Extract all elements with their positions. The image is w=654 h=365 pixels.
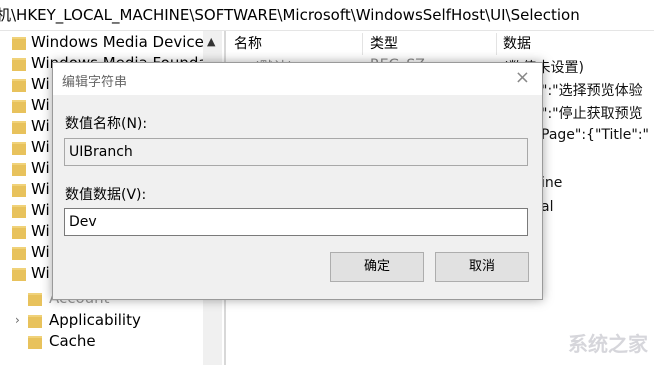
- tree-item-label: Wi: [31, 138, 50, 156]
- tree-item-label: Wi: [31, 75, 50, 93]
- value-row-data: ":"选择预览体验: [541, 83, 643, 99]
- tree-item-label: Wi: [31, 96, 50, 114]
- value-name-field[interactable]: UIBranch: [64, 138, 528, 166]
- cancel-button[interactable]: 取消: [435, 252, 529, 282]
- tree-item-label: Wi: [31, 117, 50, 135]
- folder-icon: [12, 184, 26, 197]
- ok-button[interactable]: 确定: [330, 252, 424, 282]
- chevron-right-icon[interactable]: ›: [15, 310, 20, 331]
- folder-icon: [28, 315, 42, 328]
- folder-icon: [28, 336, 42, 349]
- tree-subitem-label: Applicability: [49, 311, 141, 329]
- folder-icon: [12, 121, 26, 134]
- tree-item-label: Windows Media Device M: [31, 33, 205, 51]
- value-row-data: ":"停止获取预览: [541, 106, 643, 122]
- folder-icon: [28, 293, 42, 306]
- tree-item-label: Wi: [31, 201, 50, 219]
- edit-string-dialog: 编辑字符串 × 数值名称(N): UIBranch 数值数据(V): Dev 确…: [52, 62, 543, 300]
- folder-icon: [12, 100, 26, 113]
- dialog-titlebar[interactable]: 编辑字符串 ×: [53, 63, 542, 95]
- column-separator[interactable]: [496, 33, 497, 55]
- folder-icon: [12, 79, 26, 92]
- value-row-data: ine: [541, 175, 563, 191]
- folder-icon: [12, 226, 26, 239]
- column-separator[interactable]: [362, 33, 363, 55]
- folder-icon: [12, 142, 26, 155]
- chevron-up-icon[interactable]: ▲: [207, 35, 215, 48]
- folder-icon: [12, 205, 26, 218]
- folder-icon: [12, 268, 26, 281]
- folder-icon: [12, 37, 26, 50]
- address-path: 机\HKEY_LOCAL_MACHINE\SOFTWARE\Microsoft\…: [0, 6, 580, 24]
- address-bar[interactable]: 机\HKEY_LOCAL_MACHINE\SOFTWARE\Microsoft\…: [0, 0, 654, 31]
- tree-item-label: Wi: [31, 159, 50, 177]
- folder-icon: [12, 58, 26, 71]
- value-row-data: Page":{"Title":": [541, 127, 649, 143]
- value-data-field[interactable]: Dev: [64, 208, 528, 236]
- close-icon[interactable]: ×: [515, 67, 530, 88]
- column-header-name[interactable]: 名称: [234, 33, 262, 55]
- column-header-data[interactable]: 数据: [503, 33, 531, 55]
- value-data-label: 数值数据(V):: [65, 187, 147, 203]
- tree-item-label: Wi: [31, 243, 50, 261]
- folder-icon: [12, 247, 26, 260]
- tree-item-label: Wi: [31, 264, 50, 282]
- tree-subitem-label: Cache: [49, 332, 96, 350]
- tree-item-label: Wi: [31, 222, 50, 240]
- watermark: 系统之家: [568, 332, 648, 356]
- tree-item-label: Wi: [31, 180, 50, 198]
- value-name-label: 数值名称(N):: [65, 116, 148, 132]
- column-header-type[interactable]: 类型: [370, 33, 398, 55]
- dialog-title: 编辑字符串: [62, 75, 128, 90]
- folder-icon: [12, 163, 26, 176]
